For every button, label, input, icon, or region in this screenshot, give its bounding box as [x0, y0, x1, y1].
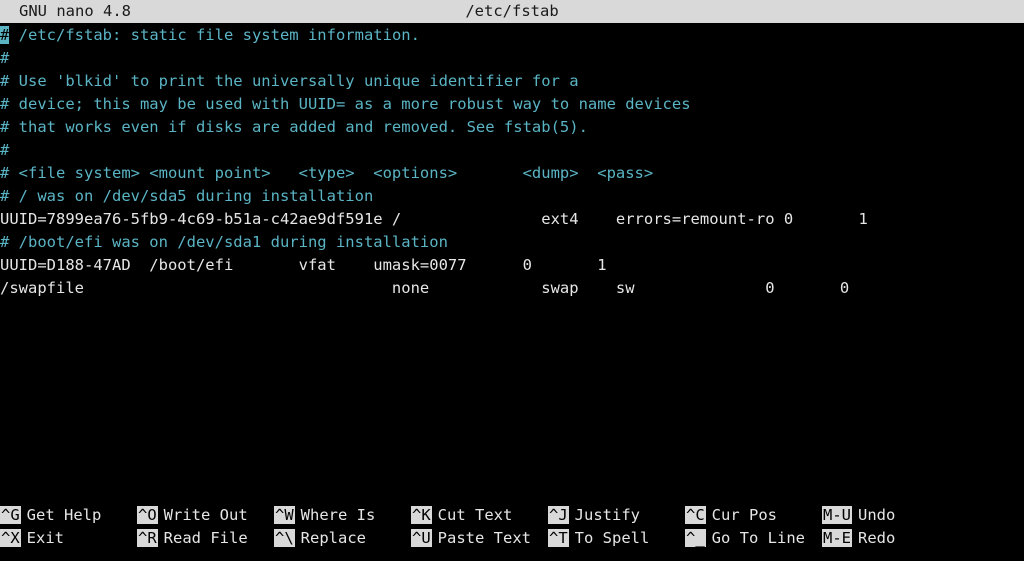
shortcut-key: ^X: [0, 529, 21, 547]
text-cursor: #: [0, 26, 10, 44]
shortcut-replace[interactable]: ^\ Replace: [274, 527, 366, 550]
shortcut-label: Replace: [300, 529, 366, 547]
shortcut-key: ^K: [411, 506, 432, 524]
shortcut-key: ^R: [137, 529, 158, 547]
shortcut-label: Redo: [858, 529, 896, 547]
shortcut-label: Go To Line: [711, 529, 805, 547]
shortcut-get-help[interactable]: ^G Get Help: [0, 504, 101, 527]
editor-line[interactable]: # <file system> <mount point> <type> <op…: [0, 162, 1024, 185]
shortcut-where-is[interactable]: ^W Where Is: [274, 504, 375, 527]
editor-line[interactable]: # /boot/efi was on /dev/sda1 during inst…: [0, 231, 1024, 254]
shortcut-label: Justify: [574, 506, 640, 524]
shortcut-write-out[interactable]: ^O Write Out: [137, 504, 248, 527]
shortcut-key: ^J: [548, 506, 569, 524]
shortcut-key: ^T: [548, 529, 569, 547]
shortcut-to-spell[interactable]: ^T To Spell: [548, 527, 649, 550]
shortcut-row-1: ^G Get Help ^O Write Out ^W Where Is ^K Cut …: [0, 504, 1024, 527]
line-text: /etc/fstab: static file system informati…: [9, 26, 420, 44]
editor-area[interactable]: # /etc/fstab: static file system informa…: [0, 24, 1024, 300]
shortcut-cur-pos[interactable]: ^C Cur Pos: [685, 504, 777, 527]
shortcut-label: Read File: [163, 529, 248, 547]
shortcut-label: Paste Text: [437, 529, 531, 547]
shortcut-label: Cur Pos: [711, 506, 777, 524]
shortcut-cut-text[interactable]: ^K Cut Text: [411, 504, 512, 527]
shortcut-redo[interactable]: M-E Redo: [822, 527, 895, 550]
shortcut-bar: ^G Get Help ^O Write Out ^W Where Is ^K Cut …: [0, 504, 1024, 550]
shortcut-label: Get Help: [26, 506, 102, 524]
editor-line[interactable]: # / was on /dev/sda5 during installation: [0, 185, 1024, 208]
shortcut-key: ^W: [274, 506, 295, 524]
shortcut-label: Undo: [858, 506, 896, 524]
shortcut-key: ^O: [137, 506, 158, 524]
shortcut-label: Exit: [26, 529, 64, 547]
editor-line[interactable]: /swapfile none swap sw 0 0: [0, 277, 1024, 300]
editor-line[interactable]: UUID=7899ea76-5fb9-4c69-b51a-c42ae9df591…: [0, 208, 1024, 231]
shortcut-exit[interactable]: ^X Exit: [0, 527, 64, 550]
file-name: /etc/fstab: [465, 2, 559, 20]
shortcut-label: Cut Text: [437, 506, 513, 524]
shortcut-key: ^U: [411, 529, 432, 547]
editor-line[interactable]: # device; this may be used with UUID= as…: [0, 93, 1024, 116]
shortcut-justify[interactable]: ^J Justify: [548, 504, 640, 527]
editor-line[interactable]: UUID=D188-47AD /boot/efi vfat umask=0077…: [0, 254, 1024, 277]
shortcut-paste-text[interactable]: ^U Paste Text: [411, 527, 531, 550]
shortcut-key: ^C: [685, 506, 706, 524]
shortcut-key: ^\: [274, 529, 295, 547]
shortcut-undo[interactable]: M-U Undo: [822, 504, 895, 527]
shortcut-key: ^_: [685, 529, 706, 547]
shortcut-label: Where Is: [300, 506, 376, 524]
editor-line[interactable]: #: [0, 139, 1024, 162]
editor-line[interactable]: # Use 'blkid' to print the universally u…: [0, 70, 1024, 93]
editor-line[interactable]: # that works even if disks are added and…: [0, 116, 1024, 139]
shortcut-row-2: ^X Exit ^R Read File ^\ Replace ^U Paste Tex…: [0, 527, 1024, 550]
title-bar: GNU nano 4.8 /etc/fstab: [0, 0, 1024, 23]
shortcut-read-file[interactable]: ^R Read File: [137, 527, 248, 550]
editor-line[interactable]: #: [0, 47, 1024, 70]
shortcut-key: M-E: [822, 529, 852, 547]
shortcut-label: Write Out: [163, 506, 248, 524]
shortcut-go-to-line[interactable]: ^_ Go To Line: [685, 527, 805, 550]
shortcut-label: To Spell: [574, 529, 650, 547]
shortcut-key: ^G: [0, 506, 21, 524]
editor-line[interactable]: # /etc/fstab: static file system informa…: [0, 24, 1024, 47]
shortcut-key: M-U: [822, 506, 852, 524]
